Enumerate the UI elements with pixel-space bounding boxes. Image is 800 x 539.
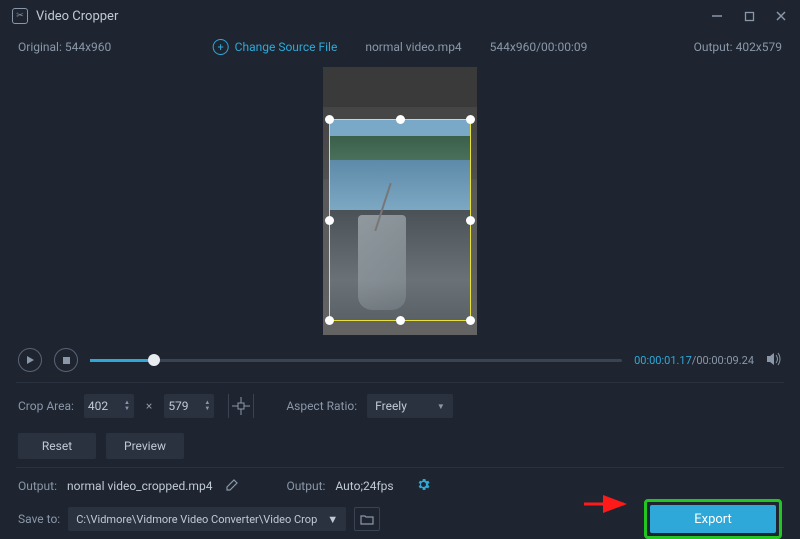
app-title: Video Cropper [36, 9, 118, 24]
save-row: Save to: C:\Vidmore\Vidmore Video Conver… [0, 502, 800, 536]
volume-icon[interactable] [766, 352, 782, 369]
video-frame[interactable] [323, 67, 477, 335]
crop-height-value: 579 [168, 399, 188, 413]
aspect-ratio-label: Aspect Ratio: [286, 399, 357, 413]
save-path-select[interactable]: C:\Vidmore\Vidmore Video Converter\Video… [68, 507, 346, 531]
output-settings-value: Auto;24fps [335, 479, 393, 493]
chevron-down-icon: ▼ [437, 402, 445, 411]
save-path-value: C:\Vidmore\Vidmore Video Converter\Video… [76, 513, 317, 526]
crop-handle-bl[interactable] [325, 316, 334, 325]
crop-width-input[interactable]: 402 ▲▼ [84, 394, 134, 418]
timeline-thumb[interactable] [148, 354, 160, 366]
output-dims: 402x579 [736, 40, 782, 54]
output-filename: normal video_cropped.mp4 [67, 479, 212, 493]
open-folder-button[interactable] [354, 507, 380, 531]
reset-button[interactable]: Reset [18, 433, 96, 459]
spinner-arrows[interactable]: ▲▼ [204, 400, 210, 412]
crop-area-label: Crop Area: [18, 399, 74, 413]
crop-controls: Crop Area: 402 ▲▼ × 579 ▲▼ Aspect Ratio:… [0, 385, 800, 427]
aspect-ratio-select[interactable]: Freely ▼ [367, 394, 453, 418]
crop-height-input[interactable]: 579 ▲▼ [164, 394, 214, 418]
crop-handle-tr[interactable] [466, 115, 475, 124]
center-crop-button[interactable] [228, 394, 254, 418]
app-icon: ✂ [12, 8, 28, 24]
action-buttons-row: Reset Preview [0, 427, 800, 465]
multiply-symbol: × [146, 399, 152, 413]
time-display: 00:00:01.17/00:00:09.24 [634, 354, 754, 367]
close-button[interactable] [774, 9, 788, 23]
minimize-button[interactable] [710, 9, 724, 23]
preview-button[interactable]: Preview [106, 433, 184, 459]
timeline-slider[interactable] [90, 359, 622, 362]
current-filename: normal video.mp4 [365, 40, 461, 54]
chevron-down-icon: ▼ [327, 513, 338, 526]
crop-width-value: 402 [88, 399, 108, 413]
preview-area [0, 62, 800, 340]
change-source-button[interactable]: + Change Source File [213, 39, 338, 55]
export-highlight: Export [644, 499, 782, 539]
aspect-ratio-value: Freely [375, 399, 407, 413]
save-to-label: Save to: [18, 512, 60, 526]
titlebar: ✂ Video Cropper [0, 0, 800, 32]
export-button[interactable]: Export [650, 505, 776, 533]
output-row: Output: normal video_cropped.mp4 Output:… [0, 470, 800, 502]
infobar: Original: 544x960 + Change Source File n… [0, 32, 800, 62]
crop-handle-ml[interactable] [325, 216, 334, 225]
maximize-button[interactable] [742, 9, 756, 23]
crop-rectangle[interactable] [329, 119, 471, 321]
original-dims: 544x960 [65, 40, 111, 54]
output-file-label: Output: [18, 479, 57, 493]
crop-handle-br[interactable] [466, 316, 475, 325]
change-source-label: Change Source File [235, 40, 338, 54]
crop-handle-tl[interactable] [325, 115, 334, 124]
current-time: 00:00:01.17 [634, 354, 692, 367]
crop-handle-mr[interactable] [466, 216, 475, 225]
play-button[interactable] [18, 348, 42, 372]
gear-icon[interactable] [416, 477, 431, 495]
crop-handle-tm[interactable] [396, 115, 405, 124]
dims-duration: 544x960/00:00:09 [490, 40, 588, 54]
spinner-arrows[interactable]: ▲▼ [124, 400, 130, 412]
crop-content [330, 120, 470, 320]
original-label: Original: [18, 40, 62, 54]
output-label: Output: [694, 40, 733, 54]
plus-circle-icon: + [213, 39, 229, 55]
playback-bar: 00:00:01.17/00:00:09.24 [0, 340, 800, 380]
stop-button[interactable] [54, 348, 78, 372]
crop-handle-bm[interactable] [396, 316, 405, 325]
edit-icon[interactable] [226, 479, 238, 494]
output-settings-label: Output: [286, 479, 325, 493]
total-time: 00:00:09.24 [696, 354, 754, 367]
